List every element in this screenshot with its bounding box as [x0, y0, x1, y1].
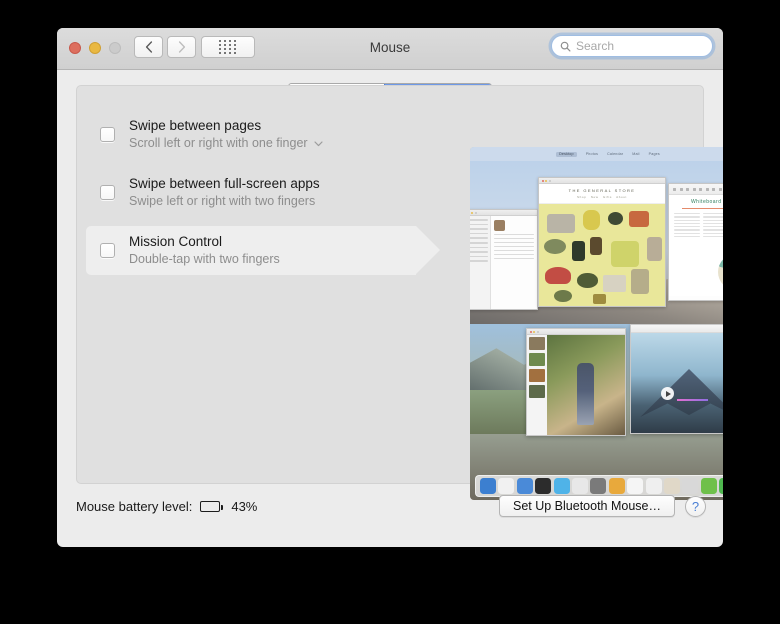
numbers-pie-chart [718, 254, 723, 290]
shop-header: THE GENERAL STORE Shop New Gifts About [539, 184, 665, 204]
chevron-down-icon[interactable] [313, 140, 323, 147]
shop-logo: THE GENERAL STORE [568, 188, 636, 193]
bottom-bar: Mouse battery level: 43% Set Up Bluetoot… [57, 485, 723, 547]
gesture-subtitle-row: Swipe left or right with two fingers [129, 193, 320, 210]
gestures-panel: Swipe between pages Scroll left or right… [76, 85, 723, 500]
numbers-toolbar [669, 184, 723, 195]
gesture-row-swipe-between-full-screen-apps[interactable]: Swipe between full-screen apps Swipe lef… [86, 168, 416, 217]
tent-structure [640, 369, 723, 417]
contact-avatar [494, 220, 505, 231]
gesture-subtitle-row: Scroll left or right with one finger [129, 135, 323, 152]
battery-nub [221, 505, 224, 510]
battery-status: Mouse battery level: 43% [76, 499, 257, 514]
shop-nav: Shop New Gifts About [577, 195, 627, 199]
contacts-sidebar [470, 216, 491, 309]
space-photos[interactable]: Photos [586, 152, 598, 156]
set-up-bluetooth-mouse-button[interactable]: Set Up Bluetooth Mouse… [499, 495, 675, 517]
gesture-subtitle-row: Double-tap with two fingers [129, 251, 280, 268]
checkbox-swipe-between-pages[interactable] [100, 127, 115, 142]
search-input[interactable]: Search [551, 35, 713, 57]
shop-page: THE GENERAL STORE Shop New Gifts About [539, 184, 665, 306]
gesture-text: Swipe between full-screen apps Swipe lef… [129, 175, 320, 210]
gesture-title: Mission Control [129, 234, 223, 249]
gesture-row-swipe-between-pages[interactable]: Swipe between pages Scroll left or right… [86, 110, 416, 159]
battery-label: Mouse battery level: [76, 499, 193, 514]
checkbox-mission-control[interactable] [100, 243, 115, 258]
gesture-title: Swipe between pages [129, 118, 262, 133]
gesture-text: Mission Control Double-tap with two fing… [129, 233, 280, 268]
mission-control-desktop-row [470, 324, 723, 500]
battery-icon [200, 501, 224, 512]
numbers-rule [682, 208, 723, 209]
gesture-list: Swipe between pages Scroll left or right… [86, 110, 440, 284]
selection-pointer [416, 226, 440, 274]
spaces-bar: Desktop Photos Calendar Mail Pages + [470, 147, 723, 161]
numbers-title: Whiteboard Form [690, 199, 723, 205]
mission-control-stage: Desktop Photos Calendar Mail Pages + [470, 147, 723, 324]
photo-subject [576, 363, 594, 425]
gesture-preview-video: Desktop Photos Calendar Mail Pages + [470, 147, 723, 500]
gesture-title: Swipe between full-screen apps [129, 176, 320, 191]
preview-window-contacts [470, 209, 538, 310]
preview-window-numbers: Whiteboard Form [668, 183, 723, 301]
gesture-subtitle: Swipe left or right with two fingers [129, 194, 316, 208]
help-button[interactable]: ? [685, 495, 706, 517]
gesture-subtitle: Scroll left or right with one finger [129, 136, 308, 150]
photos-sidebar [527, 335, 547, 435]
light-streak [677, 399, 708, 401]
search-container: Search [551, 35, 713, 57]
safari-hero-image [631, 333, 723, 433]
space-pages[interactable]: Pages [649, 152, 660, 156]
checkbox-swipe-between-full-screen-apps[interactable] [100, 185, 115, 200]
preview-window-photos [526, 328, 626, 436]
space-calendar[interactable]: Calendar [607, 152, 623, 156]
contacts-body [470, 216, 537, 309]
space-desktop[interactable]: Desktop [556, 151, 577, 157]
numbers-column [674, 213, 700, 239]
numbers-sheet: Whiteboard Form [669, 195, 723, 296]
numbers-column [703, 213, 723, 239]
photos-main-image [547, 335, 625, 435]
numbers-table [674, 213, 723, 239]
mouse-preferences-window: Mouse Search Point & Click More Gestures… [57, 28, 723, 547]
space-mail[interactable]: Mail [632, 152, 639, 156]
window-toolbar: Mouse Search [57, 28, 723, 70]
mini-titlebar [631, 325, 723, 333]
preview-window-safari-shop: THE GENERAL STORE Shop New Gifts About [538, 177, 666, 307]
contacts-detail [491, 216, 537, 309]
search-icon [560, 41, 571, 51]
mini-titlebar [470, 210, 537, 216]
gesture-subtitle: Double-tap with two fingers [129, 252, 280, 266]
battery-percent: 43% [231, 499, 258, 514]
bottom-buttons: Set Up Bluetooth Mouse… ? [499, 495, 706, 517]
gesture-row-mission-control[interactable]: Mission Control Double-tap with two fing… [86, 226, 440, 275]
shop-products [539, 206, 665, 306]
gesture-text: Swipe between pages Scroll left or right… [129, 117, 323, 152]
search-placeholder: Search [576, 39, 615, 53]
preview-window-safari-video [630, 324, 723, 434]
